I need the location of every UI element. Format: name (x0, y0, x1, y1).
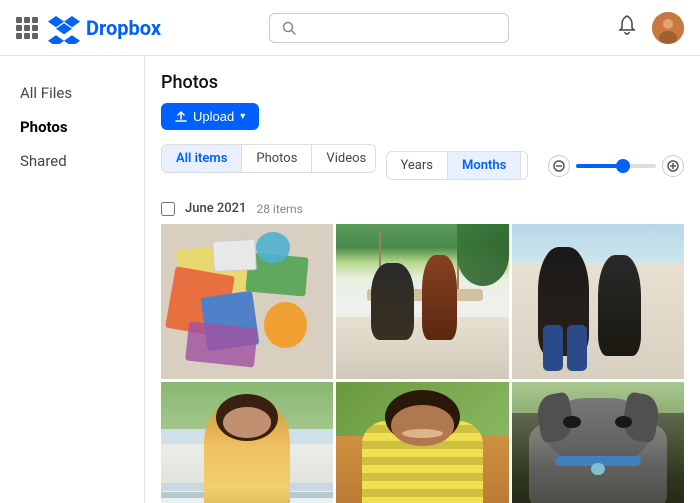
upload-button[interactable]: Upload ▾ (161, 103, 259, 130)
zoom-out-button[interactable] (548, 155, 570, 177)
zoom-slider[interactable] (576, 164, 656, 168)
header-search (161, 13, 616, 43)
avatar[interactable] (652, 12, 684, 44)
tab-years[interactable]: Years (387, 152, 448, 179)
tab-photos[interactable]: Photos (242, 145, 312, 172)
section-header: June 2021 28 items (161, 201, 684, 216)
bell-icon[interactable] (616, 14, 638, 41)
photo-item-6[interactable]: 2:17 (512, 382, 684, 503)
search-input[interactable] (302, 20, 496, 36)
sidebar-item-photos[interactable]: Photos (0, 110, 144, 144)
zoom-control (548, 155, 684, 177)
dropbox-logo-icon (48, 12, 80, 44)
main-content: Photos Upload ▾ All items Photos Videos (145, 56, 700, 503)
tab-months[interactable]: Months (448, 152, 521, 179)
photo-item-1[interactable] (161, 224, 333, 379)
tab-all-items[interactable]: All items (162, 145, 242, 172)
photo-item-2[interactable] (336, 224, 508, 379)
header-right (616, 12, 684, 44)
logo[interactable]: Dropbox (48, 12, 161, 44)
search-icon (282, 21, 296, 35)
sidebar-item-shared[interactable]: Shared (0, 144, 144, 178)
logo-text: Dropbox (86, 16, 161, 40)
tab-days[interactable]: Days (521, 152, 528, 179)
zoom-in-button[interactable] (662, 155, 684, 177)
photo-grid: 2:17 (161, 224, 684, 503)
upload-icon (175, 111, 187, 123)
sidebar: All Files Photos Shared (0, 56, 145, 503)
section-count: 28 items (256, 202, 302, 216)
photo-item-3[interactable] (512, 224, 684, 379)
filter-tabs: All items Photos Videos Starred (161, 144, 376, 173)
apps-icon[interactable] (16, 17, 38, 39)
header: Dropbox (0, 0, 700, 56)
section-title: June 2021 (185, 201, 246, 216)
header-left: Dropbox (16, 12, 161, 44)
time-tabs: Years Months Days (386, 151, 528, 180)
layout: All Files Photos Shared Photos Upload ▾ … (0, 56, 700, 503)
search-box[interactable] (269, 13, 509, 43)
tab-videos[interactable]: Videos (312, 145, 375, 172)
section-checkbox[interactable] (161, 202, 175, 216)
page-title: Photos (161, 72, 684, 93)
tabs-row: All items Photos Videos Starred Years Mo… (161, 144, 684, 187)
upload-chevron-icon: ▾ (240, 111, 245, 122)
photo-item-5[interactable] (336, 382, 508, 503)
photo-item-4[interactable] (161, 382, 333, 503)
sidebar-item-all-files[interactable]: All Files (0, 76, 144, 110)
